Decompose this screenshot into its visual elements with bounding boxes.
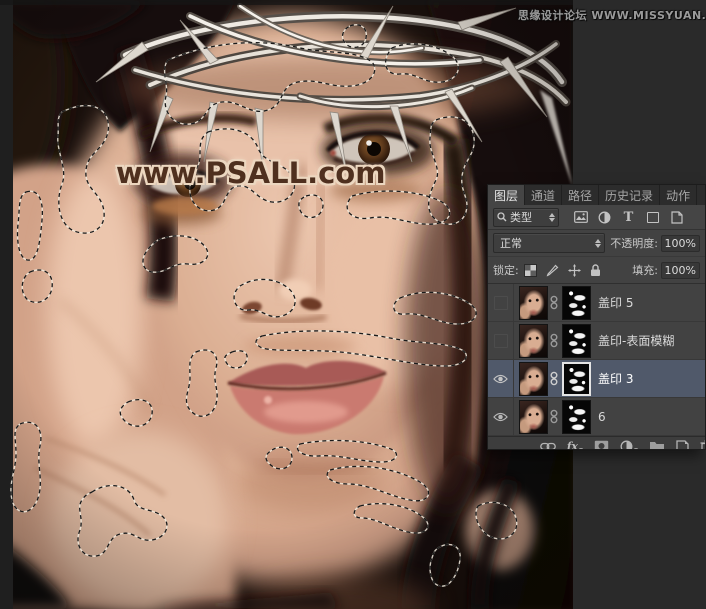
blend-mode-dropdown[interactable]: 正常 [493, 233, 605, 253]
layer-name[interactable]: 盖印 5 [598, 294, 633, 311]
layer-row[interactable]: 盖印 5 [488, 284, 705, 322]
link-layers-icon[interactable] [539, 442, 556, 449]
layer-filter-row: 类型 T [488, 205, 705, 230]
tab-layers[interactable]: 图层 [488, 185, 526, 205]
dropdown-spinner-icon [595, 238, 601, 248]
eye-icon [493, 412, 508, 421]
lock-transparency-icon[interactable] [523, 263, 537, 277]
eye-icon [493, 374, 508, 383]
new-layer-icon[interactable] [676, 439, 689, 449]
layer-style-icon[interactable]: fx [567, 440, 583, 449]
opacity-label: 不透明度: [610, 237, 658, 250]
mask-link-icon [548, 409, 560, 424]
delete-layer-icon[interactable] [700, 439, 705, 449]
panel-tab-strip: 图层 通道 路径 历史记录 动作 [488, 185, 705, 205]
mask-link-icon [548, 371, 560, 386]
mask-link-icon [548, 333, 560, 348]
layer-thumbnail[interactable] [519, 399, 548, 434]
layer-row[interactable]: 盖印-表面模糊 [488, 322, 705, 360]
filter-adjustment-icon[interactable] [597, 210, 612, 224]
layer-row[interactable]: 6 [488, 398, 705, 436]
layers-panel: 图层 通道 路径 历史记录 动作 类型 T 正常 不透明度: 100% 锁定: … [487, 184, 706, 450]
tab-history[interactable]: 历史记录 [599, 185, 661, 205]
photoshop-workspace: { "watermarks": { "site": "思缘设计论坛 WWW.MI… [0, 0, 706, 609]
filter-image-icon[interactable] [573, 210, 588, 224]
search-icon [497, 212, 507, 222]
tab-paths[interactable]: 路径 [562, 185, 600, 205]
filter-type-text-icon[interactable]: T [621, 210, 636, 225]
tab-actions[interactable]: 动作 [660, 185, 698, 205]
mask-link-icon [548, 295, 560, 310]
fill-value[interactable]: 100% [661, 261, 700, 279]
missyuan-watermark: 思缘设计论坛 WWW.MISSYUAN.COM [518, 9, 706, 22]
layer-list: 盖印 5 盖印-表面模糊 盖印 3 6 [488, 284, 705, 436]
blend-mode-row: 正常 不透明度: 100% [488, 230, 705, 257]
visibility-toggle[interactable] [488, 360, 514, 397]
layer-row-selected[interactable]: 盖印 3 [488, 360, 705, 398]
layer-mask-thumbnail[interactable] [562, 399, 591, 434]
layer-thumbnail[interactable] [519, 361, 548, 396]
blend-mode-value: 正常 [500, 237, 522, 250]
lock-all-icon[interactable] [590, 263, 601, 277]
visibility-toggle[interactable] [488, 284, 514, 321]
layer-name[interactable]: 6 [598, 410, 606, 424]
layer-name[interactable]: 盖印-表面模糊 [598, 332, 674, 349]
visibility-toggle[interactable] [488, 322, 514, 359]
filter-type-dropdown[interactable]: 类型 [493, 207, 559, 227]
layer-thumbnail[interactable] [519, 285, 548, 320]
opacity-value[interactable]: 100% [661, 234, 700, 252]
lock-label: 锁定: [493, 264, 519, 277]
lock-pixels-brush-icon[interactable] [546, 264, 559, 277]
filter-shape-icon[interactable] [645, 210, 660, 224]
layer-mask-thumbnail[interactable] [562, 323, 591, 358]
filter-smart-object-icon[interactable] [669, 210, 684, 224]
add-mask-icon[interactable] [594, 440, 609, 449]
layer-thumbnail[interactable] [519, 323, 548, 358]
adjustment-layer-icon[interactable] [620, 440, 638, 449]
filter-type-label: 类型 [510, 211, 532, 224]
tab-channels[interactable]: 通道 [525, 185, 563, 205]
panel-footer: fx [488, 436, 705, 449]
layer-name[interactable]: 盖印 3 [598, 370, 633, 387]
lock-row: 锁定: 填充: 100% [488, 257, 705, 284]
dropdown-spinner-icon [549, 212, 555, 222]
psall-watermark: www.PSALL.com [116, 156, 386, 190]
layer-mask-thumbnail-active[interactable] [562, 361, 591, 396]
new-group-icon[interactable] [649, 440, 665, 449]
layer-mask-thumbnail[interactable] [562, 285, 591, 320]
lock-position-icon[interactable] [567, 263, 581, 277]
visibility-toggle[interactable] [488, 398, 514, 435]
fill-label: 填充: [632, 264, 658, 277]
